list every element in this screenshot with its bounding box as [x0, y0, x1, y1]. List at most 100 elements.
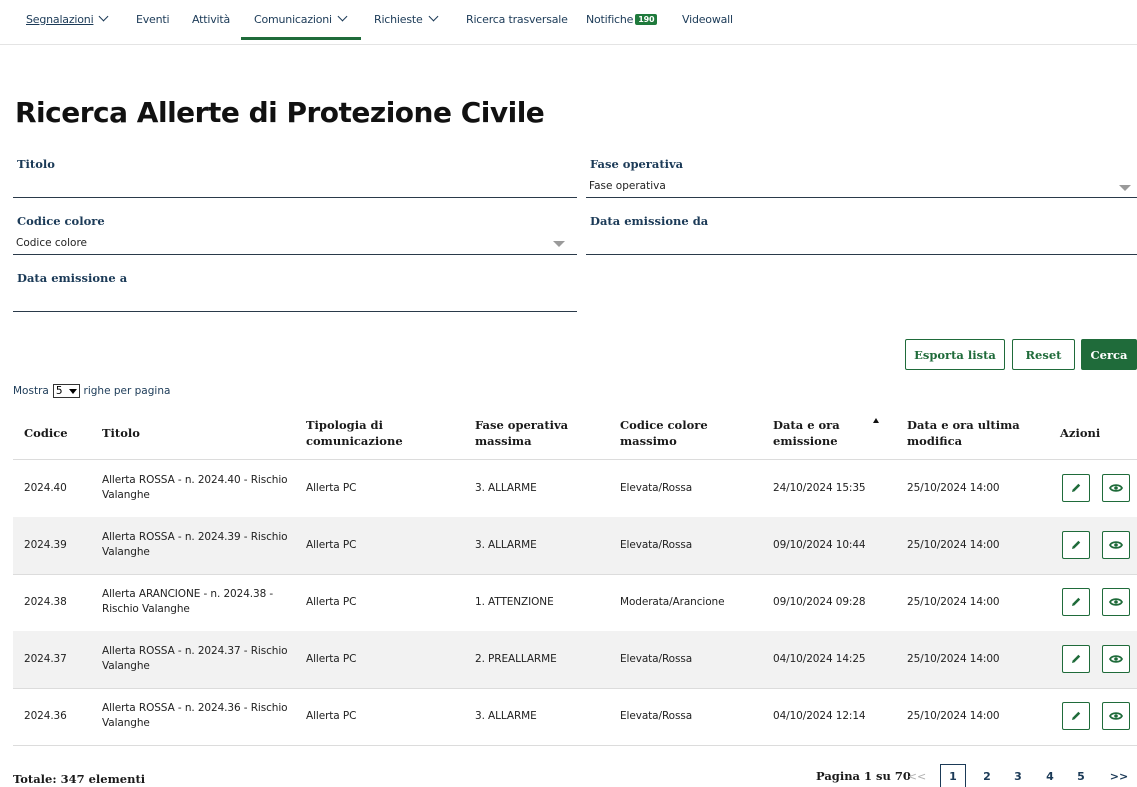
titolo-field[interactable]: Titolo [13, 157, 577, 199]
page-indicator: Pagina 1 su 70 [816, 769, 911, 783]
view-button[interactable] [1102, 474, 1130, 502]
header-tipologia[interactable]: Tipologia di comunicazione [306, 417, 403, 449]
nav-notifiche[interactable]: Notifiche 190 [586, 0, 658, 40]
header-label: emissione [773, 434, 838, 448]
header-codice[interactable]: Codice [24, 425, 68, 441]
nav-ricerca-trasversale[interactable]: Ricerca trasversale [466, 0, 568, 40]
header-label: Codice colore [620, 418, 708, 432]
eye-icon [1109, 598, 1123, 606]
data-emissione-da-underline [586, 254, 1137, 255]
nav-eventi[interactable]: Eventi [136, 0, 170, 40]
cell-titolo-line: Allerta ROSSA - n. 2024.36 - Rischio [102, 702, 288, 714]
caret-down-icon [553, 241, 565, 247]
header-label: Titolo [102, 426, 140, 440]
page-size-select[interactable]: 5 [52, 384, 80, 398]
edit-button[interactable] [1062, 645, 1090, 673]
chevron-down-icon [428, 11, 439, 22]
edit-button[interactable] [1062, 531, 1090, 559]
cell-colore: Moderata/Arancione [620, 596, 725, 608]
cell-titolo-line: Valanghe [102, 546, 150, 558]
reset-button[interactable]: Reset [1012, 339, 1075, 370]
fase-operativa-select[interactable]: Fase operativa Fase operativa [586, 157, 1137, 199]
pencil-icon [1072, 540, 1081, 549]
nav-videowall-label: Videowall [682, 13, 733, 26]
edit-button[interactable] [1062, 702, 1090, 730]
dropdown-arrow-icon [68, 388, 77, 394]
cell-tipologia: Allerta PC [306, 710, 357, 722]
cell-fase: 3. ALLARME [475, 482, 537, 494]
chevron-down-icon [337, 11, 348, 22]
cerca-button[interactable]: Cerca [1081, 339, 1137, 370]
header-data-emissione[interactable]: Data e ora emissione [773, 417, 840, 449]
cell-titolo-line: Allerta ARANCIONE - n. 2024.38 - [102, 588, 274, 600]
caret-down-icon [1119, 185, 1131, 191]
page-size-control: Mostra 5 righe per pagina [13, 384, 170, 398]
esporta-lista-button[interactable]: Esporta lista [905, 339, 1005, 370]
nav-videowall[interactable]: Videowall [682, 0, 733, 40]
cell-codice: 2024.40 [24, 482, 67, 494]
pagination-page-5[interactable]: 5 [1073, 764, 1089, 787]
cell-codice: 2024.38 [24, 596, 67, 608]
header-titolo[interactable]: Titolo [102, 425, 140, 441]
nav-attivita-label: Attività [192, 13, 231, 26]
sort-ascending-icon[interactable] [873, 418, 879, 423]
pagination-page-2[interactable]: 2 [979, 764, 995, 787]
header-data-modifica[interactable]: Data e ora ultima modifica [907, 417, 1020, 449]
nav-notifiche-label: Notifiche [586, 13, 634, 26]
nav-segnalazioni[interactable]: Segnalazioni [26, 0, 109, 40]
eye-icon [1109, 655, 1123, 663]
fase-operativa-underline [586, 197, 1137, 198]
nav-segnalazioni-label: Segnalazioni [26, 13, 94, 26]
fase-operativa-label: Fase operativa [590, 157, 684, 171]
cell-emissione: 09/10/2024 10:44 [773, 539, 866, 551]
view-button[interactable] [1102, 645, 1130, 673]
pagination-last[interactable]: >> [1108, 764, 1130, 787]
fase-operativa-value: Fase operativa [589, 180, 666, 192]
edit-button[interactable] [1062, 474, 1090, 502]
eye-icon [1109, 712, 1123, 720]
cell-modifica: 25/10/2024 14:00 [907, 653, 1000, 665]
header-fase-operativa[interactable]: Fase operativa massima [475, 417, 568, 449]
view-button[interactable] [1102, 531, 1130, 559]
pencil-icon [1072, 483, 1081, 492]
view-button[interactable] [1102, 588, 1130, 616]
header-label: Fase operativa [475, 418, 569, 432]
header-label: Data e ora [773, 418, 840, 432]
nav-richieste[interactable]: Richieste [374, 0, 439, 40]
header-label: Tipologia di [306, 418, 383, 432]
cell-titolo-line: Allerta ROSSA - n. 2024.37 - Rischio [102, 645, 288, 657]
cell-fase: 2. PREALLARME [475, 653, 557, 665]
cell-titolo-line: Valanghe [102, 660, 150, 672]
total-count: Totale: 347 elementi [13, 772, 146, 786]
nav-attivita[interactable]: Attività [192, 0, 230, 40]
pagination-page-4[interactable]: 4 [1042, 764, 1058, 787]
data-emissione-da-field[interactable]: Data emissione da [586, 214, 1137, 256]
header-codice-colore[interactable]: Codice colore massimo [620, 417, 708, 449]
data-emissione-da-label: Data emissione da [590, 214, 709, 228]
pagination-page-1[interactable]: 1 [940, 764, 966, 787]
codice-colore-select[interactable]: Codice colore Codice colore [13, 214, 577, 256]
nav-comunicazioni[interactable]: Comunicazioni [241, 0, 361, 40]
header-label: Azioni [1060, 426, 1101, 440]
page-title: Ricerca Allerte di Protezione Civile [15, 96, 545, 129]
data-emissione-a-underline [13, 311, 577, 312]
top-navigation: Segnalazioni Eventi Attività Comunicazio… [0, 0, 1137, 45]
cell-titolo: Allerta ROSSA - n. 2024.40 - Rischio Vala… [102, 473, 297, 503]
cell-emissione: 04/10/2024 14:25 [773, 653, 866, 665]
header-label: massimo [620, 434, 677, 448]
cell-emissione: 24/10/2024 15:35 [773, 482, 866, 494]
pagination-first[interactable]: << [906, 764, 928, 787]
cell-titolo-line: Allerta ROSSA - n. 2024.39 - Rischio [102, 531, 288, 543]
pagination-page-3[interactable]: 3 [1010, 764, 1026, 787]
cell-titolo-line: Valanghe [102, 717, 150, 729]
data-emissione-a-field[interactable]: Data emissione a [13, 271, 577, 313]
cell-fase: 3. ALLARME [475, 539, 537, 551]
edit-button[interactable] [1062, 588, 1090, 616]
table-header-divider [13, 459, 1137, 460]
nav-comunicazioni-label: Comunicazioni [254, 13, 332, 26]
cell-titolo-line: Allerta ROSSA - n. 2024.40 - Rischio [102, 474, 288, 486]
cell-colore: Elevata/Rossa [620, 710, 693, 722]
cell-colore: Elevata/Rossa [620, 539, 693, 551]
header-label: modifica [907, 434, 963, 448]
view-button[interactable] [1102, 702, 1130, 730]
